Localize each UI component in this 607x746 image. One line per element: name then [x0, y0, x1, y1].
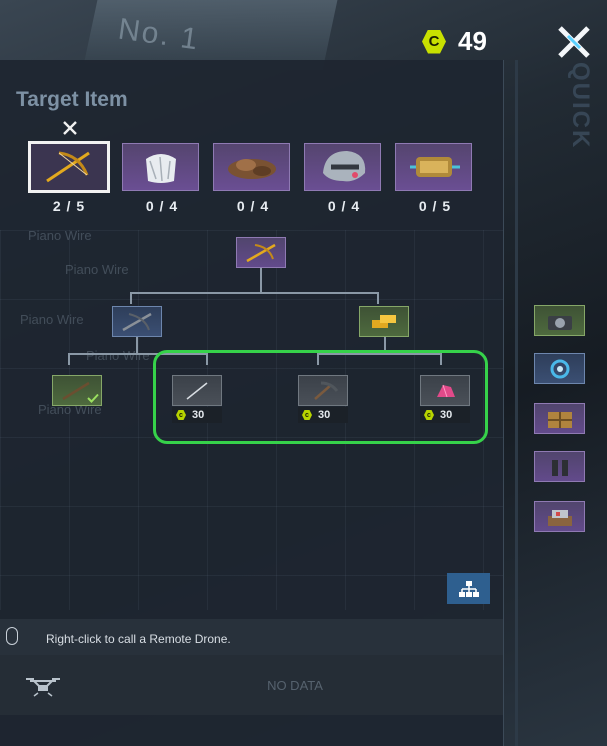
tree-view-button[interactable] — [447, 573, 490, 604]
tree-connector — [260, 267, 262, 293]
quick-slot-crate[interactable] — [534, 403, 585, 434]
ghost-list-item: Piano Wire — [20, 312, 84, 327]
scanner-icon — [550, 359, 569, 378]
target-slot-gold-container[interactable] — [395, 143, 472, 191]
close-button[interactable] — [556, 24, 592, 60]
crossbow-icon — [46, 151, 90, 183]
hierarchy-icon — [458, 580, 479, 597]
drone-status-text: NO DATA — [267, 678, 323, 693]
camera-icon — [547, 315, 572, 330]
close-x-icon — [558, 26, 590, 58]
currency-amount: 49 — [458, 26, 487, 56]
panel-title: Target Item — [16, 88, 128, 111]
currency-display: C 49 — [422, 26, 487, 57]
ghost-list-item: Piano Wire — [86, 348, 150, 363]
tree-node-bow[interactable] — [112, 306, 162, 337]
hint-text: Right-click to call a Remote Drone. — [46, 632, 231, 646]
crate-icon — [547, 411, 572, 428]
gloves-icon — [551, 459, 568, 476]
target-count: 0 / 4 — [236, 198, 270, 214]
target-slot-helmet[interactable] — [304, 143, 381, 191]
remove-target-icon[interactable] — [62, 120, 78, 136]
leather-scraps-icon — [227, 159, 276, 179]
target-count: 0 / 5 — [418, 198, 452, 214]
mouse-right-click-icon — [6, 627, 18, 645]
helmet-icon — [322, 151, 365, 182]
quick-slot-scanner[interactable] — [534, 353, 585, 384]
target-count: 2 / 5 — [52, 198, 86, 214]
tree-connector — [377, 292, 379, 304]
target-count: 0 / 4 — [145, 198, 179, 214]
coin-icon: C — [422, 29, 446, 54]
quick-divider — [515, 60, 518, 746]
target-count: 0 / 4 — [327, 198, 361, 214]
ghost-list-item: Piano Wire — [28, 228, 92, 243]
supply-box-icon — [547, 509, 572, 526]
tree-connector — [130, 292, 132, 304]
quick-label: QUICK — [567, 62, 594, 150]
target-slot-crossbow[interactable] — [28, 141, 110, 193]
tree-connector — [136, 337, 138, 354]
tree-node-gold-bars[interactable] — [359, 306, 409, 337]
white-fur-icon — [145, 154, 176, 183]
ghost-list-item: Piano Wire — [65, 262, 129, 277]
tree-leaf-owned[interactable] — [52, 375, 102, 406]
coin-symbol: C — [428, 33, 440, 50]
owned-check-icon — [87, 393, 99, 403]
bow-icon — [122, 312, 152, 331]
quick-slot-gloves[interactable] — [534, 451, 585, 482]
tree-connector — [68, 353, 70, 365]
quick-slot-camera[interactable] — [534, 305, 585, 336]
target-slot-leather-scraps[interactable] — [213, 143, 290, 191]
target-slot-white-fur[interactable] — [122, 143, 199, 191]
purchasable-highlight — [153, 350, 488, 444]
gold-bars-icon — [372, 314, 396, 328]
quick-slot-supply-box[interactable] — [534, 501, 585, 532]
tree-connector — [130, 292, 379, 294]
crossbow-icon — [246, 243, 276, 262]
gold-container-icon — [409, 157, 460, 177]
tree-root-crossbow[interactable] — [236, 237, 286, 268]
